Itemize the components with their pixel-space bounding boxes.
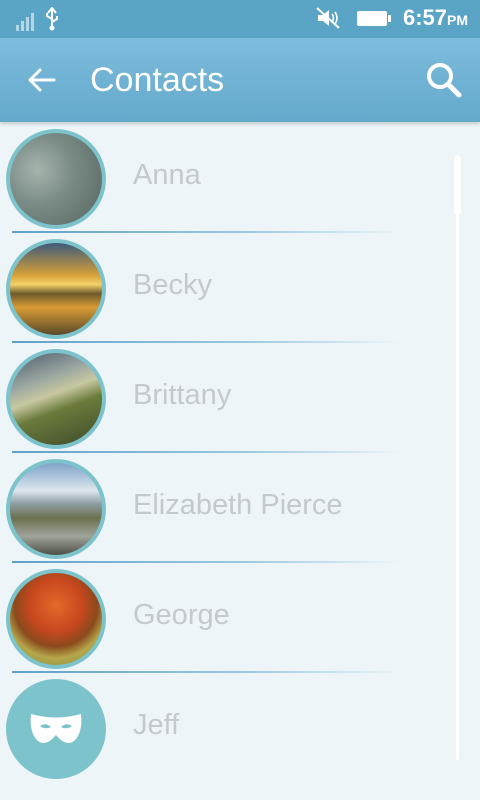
avatar xyxy=(6,129,106,229)
contact-list: Anna Becky Brittany Elizabeth Pierce Geo… xyxy=(0,123,480,783)
back-button[interactable] xyxy=(22,60,62,100)
status-left xyxy=(16,7,60,31)
contact-name: Becky xyxy=(133,269,212,301)
arrow-left-icon xyxy=(28,68,56,92)
avatar xyxy=(6,349,106,449)
mask-icon xyxy=(30,714,82,743)
scrollbar-thumb[interactable] xyxy=(454,155,461,215)
scrollbar-track[interactable] xyxy=(456,155,459,760)
contact-row[interactable]: Jeff xyxy=(0,673,480,783)
contact-row[interactable]: Becky xyxy=(0,233,480,343)
avatar xyxy=(6,569,106,669)
contact-name: Anna xyxy=(133,159,201,191)
clock-ampm: PM xyxy=(447,12,468,28)
contact-row[interactable]: Elizabeth Pierce xyxy=(0,453,480,563)
mute-icon xyxy=(316,7,340,29)
battery-icon xyxy=(356,10,391,26)
status-right: 6:57PM xyxy=(315,5,468,31)
avatar xyxy=(6,239,106,339)
contact-name: Brittany xyxy=(133,379,232,411)
signal-icon xyxy=(16,11,34,31)
clock-time: 6:57 xyxy=(402,5,447,30)
page-title: Contacts xyxy=(90,61,225,99)
contact-name: George xyxy=(133,599,230,631)
contact-name: Elizabeth Pierce xyxy=(133,489,343,521)
search-button[interactable] xyxy=(422,58,466,102)
clock: 6:57PM xyxy=(403,5,468,31)
app-bar: Contacts xyxy=(0,38,480,122)
contact-row[interactable]: Brittany xyxy=(0,343,480,453)
contact-name: Jeff xyxy=(133,709,180,741)
contact-row[interactable]: George xyxy=(0,563,480,673)
status-bar: 6:57PM xyxy=(0,0,480,38)
contact-row[interactable]: Anna xyxy=(0,123,480,233)
search-icon xyxy=(427,63,462,98)
avatar xyxy=(6,679,106,779)
avatar xyxy=(6,459,106,559)
usb-icon xyxy=(46,7,58,31)
